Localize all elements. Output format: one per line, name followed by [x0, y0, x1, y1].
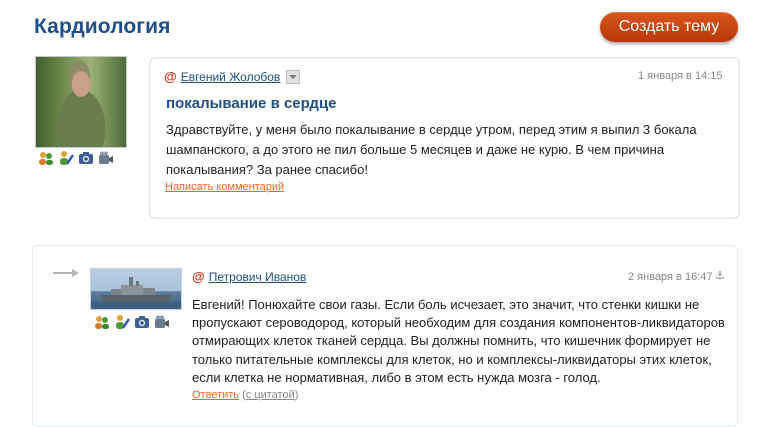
topic-body: Здравствуйте, у меня было покалывание в …: [166, 122, 697, 177]
reply-author-avatar[interactable]: [90, 268, 182, 310]
reply-author-line: @ Петрович Иванов: [192, 269, 306, 284]
topic-title: покалывание в сердце: [166, 95, 337, 112]
photo-camera-icon[interactable]: [134, 314, 150, 330]
page-title: Кардиология: [34, 15, 171, 38]
topic-date: 1 января в 14:15: [638, 70, 723, 82]
write-comment-link[interactable]: Написать комментарий: [165, 181, 284, 193]
friends-icon[interactable]: [38, 150, 54, 166]
quote-close-paren: ): [294, 389, 299, 401]
edit-profile-icon[interactable]: [58, 150, 74, 166]
author-avatar[interactable]: [35, 56, 127, 148]
edit-profile-icon[interactable]: [114, 314, 130, 330]
reply-body: Евгений! Понюхайте свои газы. Если боль …: [192, 297, 725, 385]
video-camera-icon[interactable]: [154, 314, 170, 330]
author-menu-dropdown-icon[interactable]: [286, 69, 301, 84]
topic-author-line: @ Евгений Жолобов: [164, 69, 301, 84]
reply-author-icons: [94, 314, 170, 330]
reply-arrow-icon: [53, 269, 79, 277]
reply-with-quote-link[interactable]: с цитатой: [246, 389, 295, 401]
topic-author-link[interactable]: Евгений Жолобов: [181, 70, 281, 84]
at-icon: @: [164, 69, 177, 84]
video-camera-icon[interactable]: [98, 150, 114, 166]
friends-icon[interactable]: [94, 314, 110, 330]
reply-link[interactable]: Ответить: [192, 389, 239, 401]
photo-camera-icon[interactable]: [78, 150, 94, 166]
author-icons: [38, 150, 114, 166]
reply-author-link[interactable]: Петрович Иванов: [209, 270, 307, 284]
reply-date: 2 января в 16:47: [628, 271, 713, 283]
anchor-icon[interactable]: ⚓: [715, 269, 725, 282]
at-icon: @: [192, 269, 205, 284]
create-topic-button[interactable]: Создать тему: [600, 12, 738, 42]
reply-actions: Ответить (с цитатой): [192, 389, 298, 401]
